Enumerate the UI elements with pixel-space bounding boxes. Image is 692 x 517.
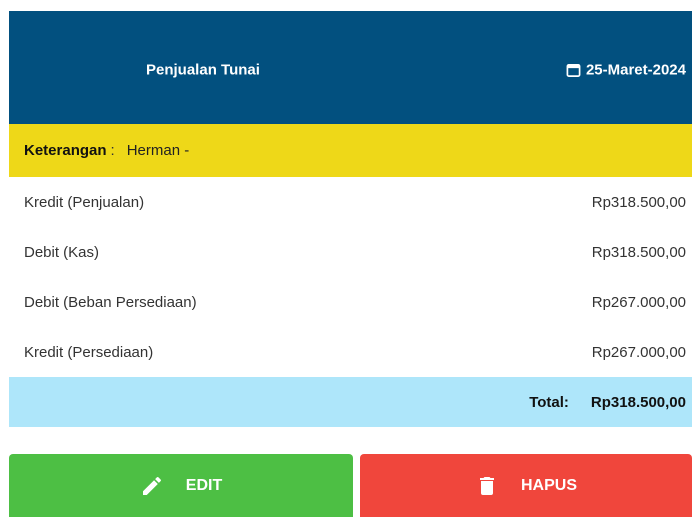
delete-button-label: HAPUS bbox=[520, 476, 577, 494]
note-value: Herman - bbox=[126, 142, 190, 159]
note-colon: : bbox=[110, 142, 115, 159]
journal-account: Debit (Kas) bbox=[24, 243, 100, 261]
journal-account: Debit (Beban Persediaan) bbox=[24, 293, 197, 311]
edit-button-label: EDIT bbox=[185, 476, 223, 494]
transaction-date: 25-Maret-2024 bbox=[566, 62, 686, 79]
note-label: Keterangan bbox=[24, 142, 107, 159]
journal-row: Kredit (Penjualan) Rp318.500,00 bbox=[9, 177, 692, 227]
journal-amount: Rp267.000,00 bbox=[591, 293, 686, 311]
transaction-card: Penjualan Tunai 25-Maret-2024 Keterangan… bbox=[9, 11, 692, 427]
journal-account: Kredit (Penjualan) bbox=[24, 193, 145, 211]
pencil-icon bbox=[142, 476, 161, 495]
journal-row: Debit (Beban Persediaan) Rp267.000,00 bbox=[9, 277, 692, 327]
note-bar: Keterangan : Herman - bbox=[9, 124, 692, 177]
delete-button[interactable]: HAPUS bbox=[360, 454, 692, 517]
journal-row: Kredit (Persediaan) Rp267.000,00 bbox=[9, 327, 692, 377]
transaction-header: Penjualan Tunai 25-Maret-2024 bbox=[9, 11, 692, 124]
journal-row: Debit (Kas) Rp318.500,00 bbox=[9, 227, 692, 277]
journal-account: Kredit (Persediaan) bbox=[24, 343, 154, 361]
total-value: Rp318.500,00 bbox=[590, 393, 686, 411]
trash-icon bbox=[479, 476, 494, 495]
journal-amount: Rp267.000,00 bbox=[591, 343, 686, 361]
edit-button[interactable]: EDIT bbox=[9, 454, 353, 517]
journal-amount: Rp318.500,00 bbox=[591, 243, 686, 261]
journal-amount: Rp318.500,00 bbox=[591, 193, 686, 211]
transaction-title: Penjualan Tunai bbox=[146, 61, 260, 79]
action-buttons: EDIT HAPUS bbox=[9, 454, 692, 517]
total-bar: Total: Rp318.500,00 bbox=[9, 377, 692, 427]
calendar-icon bbox=[566, 64, 581, 77]
date-text: 25-Maret-2024 bbox=[585, 61, 686, 79]
total-label: Total: bbox=[529, 393, 569, 411]
